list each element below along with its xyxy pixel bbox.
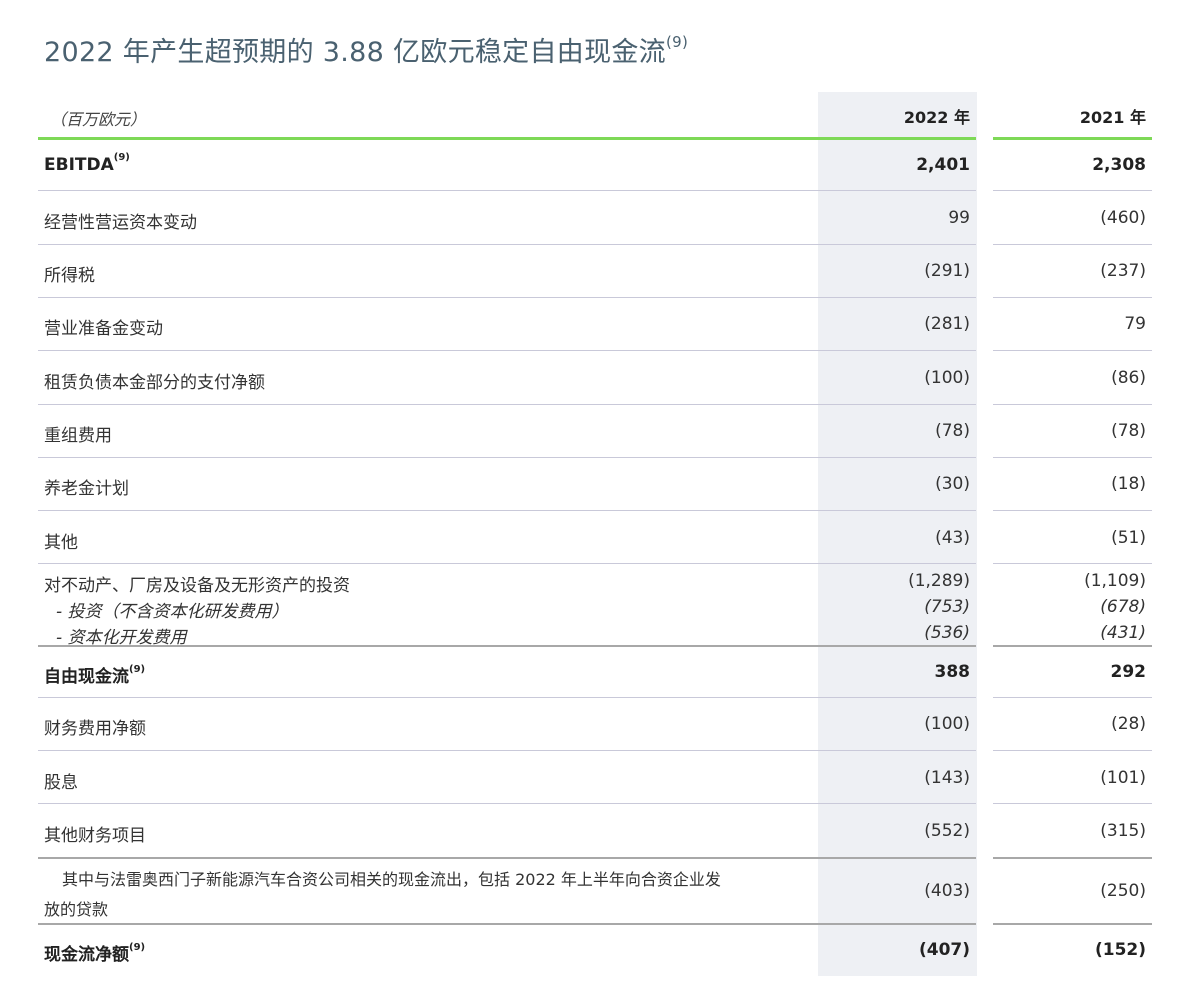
row-divider: [38, 803, 976, 804]
row-label-line2: 放的贷款: [44, 900, 109, 919]
row-label: EBITDA(9): [44, 152, 130, 175]
row-divider: [38, 510, 976, 511]
value-2022: (536): [924, 623, 970, 643]
value-2021: (431): [1100, 623, 1146, 643]
value-2022: (78): [935, 421, 970, 441]
value-2021: (18): [1111, 474, 1146, 494]
value-2021: (1,109): [1084, 571, 1146, 591]
row-label: 对不动产、厂房及设备及无形资产的投资: [44, 576, 350, 596]
section-divider: [38, 857, 976, 859]
section-divider: [38, 923, 976, 925]
row-divider: [38, 350, 976, 351]
value-2022: (100): [924, 714, 970, 734]
row-label: 其他财务项目: [44, 826, 146, 846]
row-label: 财务费用净额: [44, 719, 146, 739]
row-divider: [993, 750, 1152, 751]
unit-label: （百万欧元）: [50, 110, 147, 129]
header-divider: [38, 137, 976, 140]
header-divider: [993, 137, 1152, 140]
section-divider: [993, 645, 1152, 647]
section-divider: [993, 857, 1152, 859]
row-divider: [993, 244, 1152, 245]
value-2022: 2,401: [916, 155, 970, 175]
section-divider: [38, 645, 976, 647]
row-label: 其他: [44, 533, 78, 553]
row-divider: [993, 510, 1152, 511]
row-divider: [38, 750, 976, 751]
row-divider: [38, 190, 976, 191]
title-footnote: (9): [665, 33, 689, 51]
value-2021: (28): [1111, 714, 1146, 734]
row-label: 自由现金流(9): [44, 664, 146, 687]
row-label-line1: 其中与法雷奥西门子新能源汽车合资公司相关的现金流出，包括 2022 年上半年向合…: [62, 870, 721, 889]
row-divider: [38, 297, 976, 298]
value-2021: 2,308: [1092, 155, 1146, 175]
row-divider: [38, 404, 976, 405]
value-2021: (152): [1094, 940, 1146, 960]
row-label: - 投资（不含资本化研发费用）: [56, 602, 289, 622]
row-divider: [38, 244, 976, 245]
row-label: 所得税: [44, 266, 95, 286]
value-2022: (407): [918, 940, 970, 960]
value-2022: (403): [924, 881, 970, 901]
value-2021: 79: [1124, 314, 1146, 334]
value-2022: (100): [924, 368, 970, 388]
value-2021: (101): [1100, 768, 1146, 788]
value-2021: (250): [1100, 881, 1146, 901]
row-divider: [993, 350, 1152, 351]
value-2022: (1,289): [908, 571, 970, 591]
row-label: 养老金计划: [44, 479, 129, 499]
value-2022: 388: [934, 662, 971, 682]
row-divider: [993, 404, 1152, 405]
row-label: 经营性营运资本变动: [44, 213, 197, 233]
value-2021: (237): [1100, 261, 1146, 281]
value-2021: 292: [1110, 662, 1147, 682]
value-2022: (291): [924, 261, 970, 281]
value-2022: (30): [935, 474, 970, 494]
row-divider: [993, 563, 1152, 564]
value-2022: (143): [924, 768, 970, 788]
row-divider: [993, 190, 1152, 191]
row-divider: [38, 697, 976, 698]
value-2021: (51): [1111, 528, 1146, 548]
value-2021: (86): [1111, 368, 1146, 388]
page-title: 2022 年产生超预期的 3.88 亿欧元稳定自由现金流(9): [44, 33, 689, 68]
row-divider: [993, 803, 1152, 804]
column-header-2021: 2021 年: [1079, 108, 1146, 127]
row-divider: [993, 297, 1152, 298]
row-divider: [993, 697, 1152, 698]
value-2022: (753): [924, 597, 970, 617]
row-label: 营业准备金变动: [44, 319, 163, 339]
row-label: 租赁负债本金部分的支付净额: [44, 373, 265, 393]
section-divider: [993, 923, 1152, 925]
value-2021: (460): [1100, 208, 1146, 228]
value-2022: (43): [935, 528, 970, 548]
row-label: 股息: [44, 773, 78, 793]
value-2022: (281): [924, 314, 970, 334]
row-divider: [38, 563, 976, 564]
value-2021: (315): [1100, 821, 1146, 841]
value-2022: 99: [948, 208, 970, 228]
row-label: 现金流净额(9): [44, 942, 146, 965]
value-2021: (678): [1100, 597, 1146, 617]
value-2021: (78): [1111, 421, 1146, 441]
row-label: 重组费用: [44, 426, 112, 446]
row-divider: [38, 457, 976, 458]
value-2022: (552): [924, 821, 970, 841]
row-divider: [993, 457, 1152, 458]
column-header-2022: 2022 年: [903, 108, 970, 127]
